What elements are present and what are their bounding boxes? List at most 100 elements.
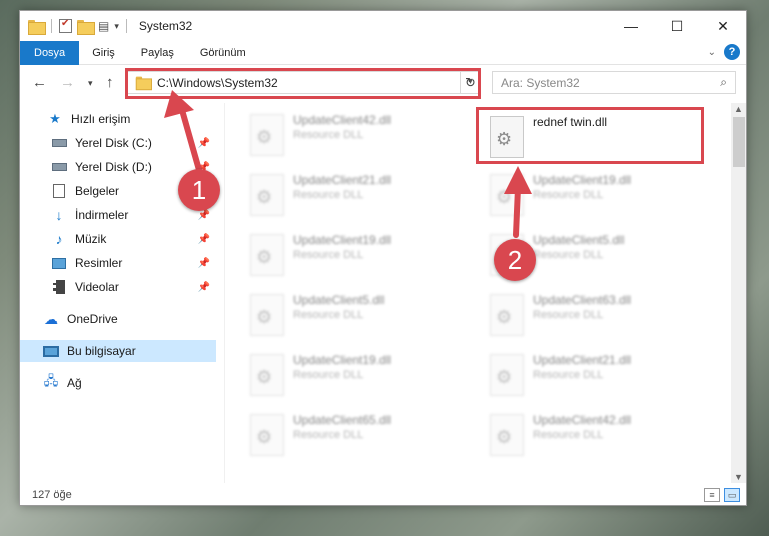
file-item[interactable]: UpdateClient63.dll Resource DLL <box>478 291 714 347</box>
sidebar-item-label: Müzik <box>75 232 107 246</box>
file-name: UpdateClient65.dll <box>293 413 392 427</box>
address-highlight-box <box>125 68 481 99</box>
dll-file-icon <box>490 174 524 216</box>
scroll-up-icon[interactable]: ▲ <box>734 104 743 114</box>
undo-icon[interactable]: ▤ <box>98 19 109 33</box>
file-type: Resource DLL <box>293 429 364 441</box>
pictures-icon <box>51 255 67 271</box>
search-input[interactable]: Ara: System32 ⌕ <box>492 71 736 94</box>
vertical-scrollbar[interactable]: ▲ ▼ <box>731 103 746 483</box>
sidebar-item-label: Yerel Disk (D:) <box>75 160 152 174</box>
sidebar-item-label: Bu bilgisayar <box>67 344 136 358</box>
file-name: UpdateClient19.dll <box>533 173 632 187</box>
back-arrow-icon[interactable]: ← <box>32 74 47 91</box>
file-name: UpdateClient21.dll <box>293 173 392 187</box>
star-icon: ★ <box>49 111 61 126</box>
step-1-badge: 1 <box>178 169 220 211</box>
network-icon: 🖧 <box>43 373 59 388</box>
tab-share[interactable]: Paylaş <box>128 41 187 65</box>
pin-icon[interactable]: 📌 <box>198 234 210 245</box>
title-bar: ▤ ▾ System32 — ☐ ✕ <box>20 11 746 41</box>
file-type: Resource DLL <box>293 189 364 201</box>
ribbon-right-controls: ⌄ ? <box>708 44 740 60</box>
file-type: Resource DLL <box>293 249 364 261</box>
sidebar-item-videos[interactable]: Videolar 📌 <box>20 276 216 298</box>
file-item[interactable]: UpdateClient19.dll Resource DLL <box>478 171 714 227</box>
file-item[interactable]: UpdateClient19.dll Resource DLL <box>238 351 474 407</box>
pane-divider <box>224 103 225 483</box>
sidebar-item-onedrive[interactable]: ☁ OneDrive <box>20 308 216 330</box>
file-name: UpdateClient5.dll <box>533 233 625 247</box>
sidebar-item-pictures[interactable]: Resimler 📌 <box>20 252 216 274</box>
file-type: Resource DLL <box>533 189 604 201</box>
maximize-button[interactable]: ☐ <box>654 11 700 41</box>
file-item[interactable]: UpdateClient65.dll Resource DLL <box>238 411 474 467</box>
large-icons-view-icon[interactable]: ▭ <box>724 488 740 502</box>
file-name: UpdateClient63.dll <box>533 293 632 307</box>
sidebar-item-label: Resimler <box>75 256 123 270</box>
status-bar: 127 öğe ≡ ▭ <box>20 483 746 505</box>
sidebar-item-local-disk-c[interactable]: Yerel Disk (C:) 📌 <box>20 132 216 154</box>
this-pc-icon <box>43 343 59 359</box>
sidebar-item-network[interactable]: 🖧 Ağ <box>20 372 216 394</box>
sidebar-item-quick-access[interactable]: ★ Hızlı erişim <box>20 108 216 130</box>
file-highlight-box <box>476 107 704 164</box>
sidebar-item-this-pc[interactable]: Bu bilgisayar <box>20 340 216 362</box>
downloads-icon: ↓ <box>55 207 63 223</box>
sidebar-item-label: OneDrive <box>67 312 118 326</box>
file-item[interactable]: UpdateClient42.dll Resource DLL <box>238 111 474 167</box>
tab-home[interactable]: Giriş <box>79 41 128 65</box>
toolbar-divider <box>51 19 52 33</box>
details-view-icon[interactable]: ≡ <box>704 488 720 502</box>
file-type: Resource DLL <box>293 309 364 321</box>
item-count: 127 öğe <box>32 489 72 501</box>
customize-toolbar-icon[interactable]: ▾ <box>114 21 119 32</box>
forward-arrow-icon[interactable]: → <box>60 74 75 91</box>
step-2-badge: 2 <box>494 239 536 281</box>
sidebar-item-label: Belgeler <box>75 184 120 198</box>
close-button[interactable]: ✕ <box>700 11 746 41</box>
file-type: Resource DLL <box>533 369 604 381</box>
expand-ribbon-icon[interactable]: ⌄ <box>708 47 716 58</box>
sidebar-item-label: Ağ <box>67 376 82 390</box>
dll-file-icon <box>250 354 284 396</box>
file-item[interactable]: UpdateClient19.dll Resource DLL <box>238 231 474 287</box>
file-type: Resource DLL <box>533 429 604 441</box>
file-type: Resource DLL <box>533 309 604 321</box>
dll-file-icon <box>250 114 284 156</box>
pin-icon[interactable]: 📌 <box>198 282 210 293</box>
toolbar-divider <box>125 19 127 33</box>
sidebar-item-label: Videolar <box>75 280 119 294</box>
dll-file-icon <box>250 414 284 456</box>
dll-file-icon <box>250 294 284 336</box>
pin-icon[interactable]: 📌 <box>198 210 210 221</box>
scroll-down-icon[interactable]: ▼ <box>734 472 743 482</box>
help-icon[interactable]: ? <box>724 44 740 60</box>
pin-icon[interactable]: 📌 <box>198 258 210 269</box>
file-item[interactable]: UpdateClient5.dll Resource DLL <box>238 291 474 347</box>
recent-locations-icon[interactable]: ▾ <box>88 78 93 89</box>
minimize-button[interactable]: — <box>608 11 654 41</box>
sidebar-item-music[interactable]: ♪ Müzik 📌 <box>20 228 216 250</box>
file-name: UpdateClient19.dll <box>293 233 392 247</box>
navigation-pane: ★ Hızlı erişim Yerel Disk (C:) 📌 Yerel D… <box>20 103 216 481</box>
drive-icon <box>51 159 67 175</box>
file-item[interactable]: UpdateClient21.dll Resource DLL <box>238 171 474 227</box>
file-item[interactable]: UpdateClient42.dll Resource DLL <box>478 411 714 467</box>
up-arrow-icon[interactable]: ↑ <box>106 74 114 91</box>
new-folder-icon[interactable] <box>77 19 95 35</box>
file-name: UpdateClient5.dll <box>293 293 385 307</box>
quick-access-toolbar: ▤ ▾ <box>20 18 129 35</box>
pin-icon[interactable]: 📌 <box>198 138 210 149</box>
tab-view[interactable]: Görünüm <box>187 41 259 65</box>
onedrive-icon: ☁ <box>44 310 58 327</box>
tab-file[interactable]: Dosya <box>20 40 80 65</box>
scroll-thumb[interactable] <box>733 117 745 167</box>
file-item[interactable]: UpdateClient21.dll Resource DLL <box>478 351 714 407</box>
dll-file-icon <box>490 414 524 456</box>
drive-icon <box>51 135 67 151</box>
properties-icon[interactable] <box>59 18 72 33</box>
file-name: UpdateClient42.dll <box>293 113 392 127</box>
file-name: UpdateClient21.dll <box>533 353 632 367</box>
dll-file-icon <box>490 294 524 336</box>
